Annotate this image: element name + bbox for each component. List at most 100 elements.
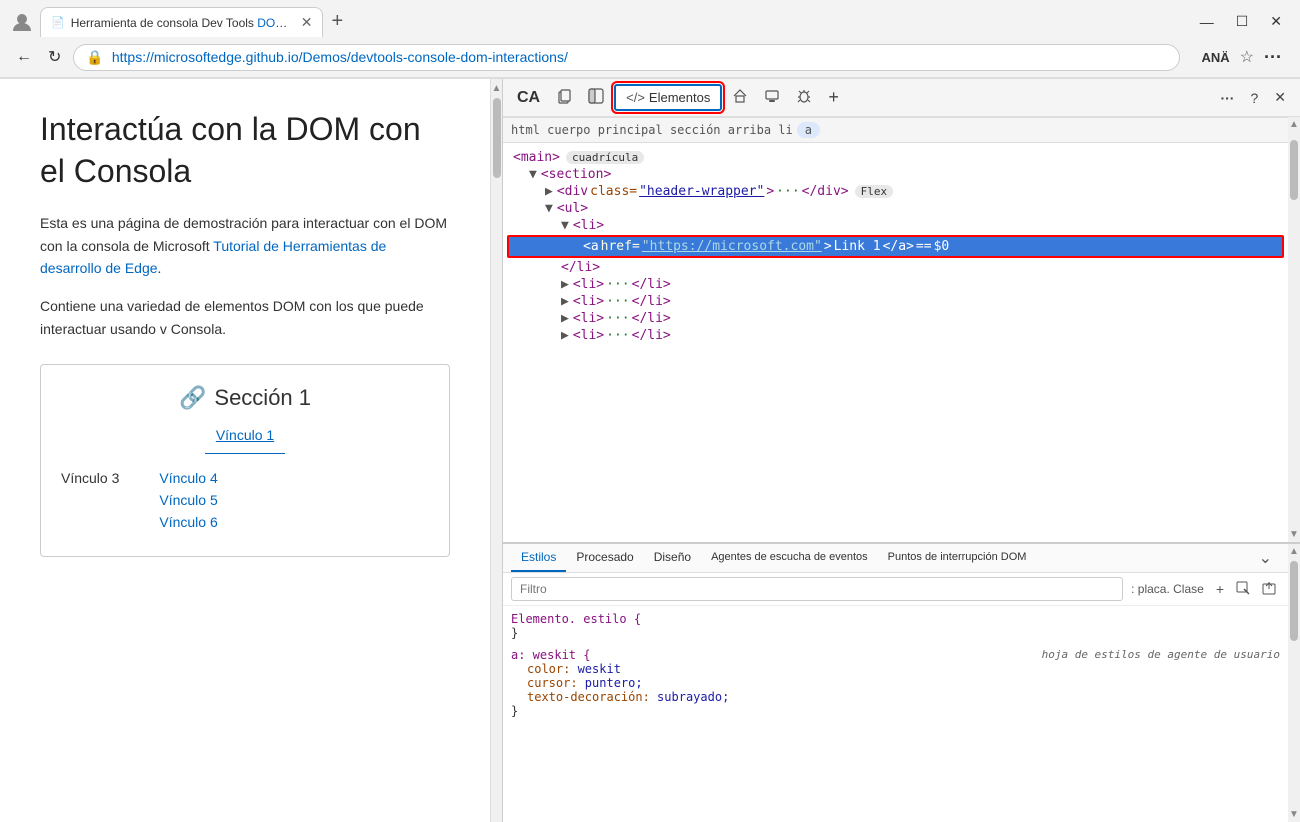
dom-breadcrumb: html cuerpo principal sección arriba li …	[503, 117, 1288, 143]
styles-tab-more[interactable]: ⌄	[1251, 544, 1280, 572]
tab-bar: 📄 Herramienta de consola Dev Tools DOM i…	[40, 6, 1186, 37]
breadcrumb-current[interactable]: a	[797, 122, 820, 138]
link4[interactable]: Vínculo 4	[159, 470, 217, 486]
add-tool-button[interactable]: +	[822, 83, 845, 112]
filter-export-button[interactable]	[1258, 579, 1280, 600]
address-text: https://microsoftedge.github.io/Demos/de…	[112, 49, 1167, 65]
devtools-more-button[interactable]: ···	[1214, 86, 1240, 110]
profile-icon	[8, 8, 36, 36]
bottom-scroll-thumb[interactable]	[1290, 561, 1298, 641]
scrollbar-thumb[interactable]	[493, 98, 501, 178]
devtools-toolbar: CA </> Elementos + ··· ?	[503, 79, 1300, 117]
filter-input[interactable]	[511, 577, 1123, 601]
page-heading: Interactúa con la DOM con el Consola	[40, 109, 450, 192]
css-rule-element: Elemento. estilo { }	[511, 612, 1280, 640]
filter-actions: +	[1212, 579, 1280, 600]
back-button[interactable]: ←	[12, 44, 36, 70]
css-prop-text-decoration: texto-decoración: subrayado;	[511, 690, 729, 704]
minimize-button[interactable]: —	[1190, 9, 1224, 34]
dom-scroll-thumb[interactable]	[1290, 140, 1298, 200]
dom-tree: <main> cuadrícula ▼ <section> ▶	[503, 143, 1288, 542]
dom-line-close-li[interactable]: </li>	[503, 259, 1288, 276]
scrollbar-up-arrow[interactable]: ▲	[492, 83, 502, 94]
dom-line-section[interactable]: ▼ <section>	[503, 166, 1288, 183]
bottom-scrollbar[interactable]: ▲ ▼	[1288, 544, 1300, 822]
tab-estilos[interactable]: Estilos	[511, 544, 566, 572]
devtools-top: html cuerpo principal sección arriba li …	[503, 117, 1300, 542]
window-close-button[interactable]: ✕	[1260, 9, 1292, 34]
ana-button[interactable]: ANÄ	[1196, 46, 1236, 69]
bottom-scroll-up[interactable]: ▲	[1289, 546, 1299, 557]
page-desc2: Contiene una variedad de elementos DOM c…	[40, 295, 450, 340]
maximize-button[interactable]: ☐	[1226, 9, 1259, 34]
home-icon-button[interactable]	[726, 84, 754, 111]
css-source: hoja de estilos de agente de usuario	[1042, 648, 1280, 661]
elements-tab-icon: </>	[626, 90, 645, 105]
main-area: Interactúa con la DOM con el Consola Est…	[0, 79, 1300, 822]
section-separator	[205, 453, 285, 454]
tab-close-button[interactable]: ✕	[301, 14, 313, 31]
breadcrumb-text: html cuerpo principal sección arriba li	[511, 123, 793, 137]
window-controls: — ☐ ✕	[1190, 9, 1292, 34]
dom-line-ul[interactable]: ▼ <ul>	[503, 200, 1288, 217]
devtools-bottom-inner: Estilos Procesado Diseño Agentes de escu…	[503, 544, 1300, 822]
devtools-main: html cuerpo principal sección arriba li …	[503, 117, 1300, 822]
section-box: 🔗 Sección 1 Vínculo 1 Vínculo 3 Vínculo …	[40, 364, 450, 557]
dom-scroll-up[interactable]: ▲	[1289, 119, 1299, 130]
dom-scroll-down[interactable]: ▼	[1289, 529, 1299, 540]
dom-line-li-3[interactable]: ▶ <li> ··· </li>	[503, 293, 1288, 310]
elements-tab[interactable]: </> Elementos	[614, 84, 722, 111]
tab-procesado[interactable]: Procesado	[566, 544, 643, 572]
active-tab[interactable]: 📄 Herramienta de consola Dev Tools DOM i…	[40, 7, 323, 37]
copy-icon-button[interactable]	[550, 84, 578, 111]
dom-scrollbar[interactable]: ▲ ▼	[1288, 117, 1300, 542]
dom-line-li-4[interactable]: ▶ <li> ··· </li>	[503, 310, 1288, 327]
tutorial-link[interactable]: Tutorial de Herramientas de desarrollo d…	[40, 238, 386, 276]
dom-line-main[interactable]: <main> cuadrícula	[503, 149, 1288, 166]
styles-main: Estilos Procesado Diseño Agentes de escu…	[503, 544, 1288, 822]
tab-diseno[interactable]: Diseño	[644, 544, 701, 572]
favorites-button[interactable]: ☆	[1240, 47, 1254, 67]
dom-line-li-2[interactable]: ▶ <li> ··· </li>	[503, 276, 1288, 293]
device-icon-button[interactable]	[758, 84, 786, 111]
link1[interactable]: Vínculo 1	[216, 427, 274, 443]
dom-line-div[interactable]: ▶ <div class= "header-wrapper" > ··· </d…	[503, 183, 1288, 200]
tab-agentes[interactable]: Agentes de escucha de eventos	[701, 545, 878, 571]
devtools-panel: CA </> Elementos + ··· ?	[502, 79, 1300, 822]
link3-label: Vínculo 3	[61, 470, 119, 486]
ca-label: CA	[511, 85, 546, 111]
dom-line-a-selected[interactable]: <a href= "https://microsoft.com" > Link …	[507, 235, 1284, 258]
browser-more-button[interactable]: ···	[1258, 45, 1288, 70]
filter-row: : placa. Clase +	[503, 573, 1288, 606]
devtools-help-button[interactable]: ?	[1244, 86, 1264, 110]
dom-panel: html cuerpo principal sección arriba li …	[503, 117, 1288, 542]
page-desc1: Esta es una página de demostración para …	[40, 212, 450, 279]
css-selector-a: a: weskit {	[511, 648, 590, 662]
tab-page-icon: 📄	[51, 16, 65, 29]
browser-actions: ANÄ ☆ ···	[1196, 45, 1289, 70]
address-box[interactable]: 🔒 https://microsoftedge.github.io/Demos/…	[73, 44, 1179, 71]
dom-line-li-5[interactable]: ▶ <li> ··· </li>	[503, 327, 1288, 344]
title-bar: 📄 Herramienta de consola Dev Tools DOM i…	[0, 0, 1300, 37]
filter-add-button[interactable]: +	[1212, 579, 1228, 600]
bug-icon-button[interactable]	[790, 84, 818, 111]
lock-icon: 🔒	[86, 49, 103, 66]
devtools-bottom: Estilos Procesado Diseño Agentes de escu…	[503, 542, 1300, 822]
css-prop-cursor: cursor: puntero;	[511, 676, 643, 690]
panel-toggle-button[interactable]	[582, 84, 610, 111]
css-rule-a: a: weskit { hoja de estilos de agente de…	[511, 648, 1280, 718]
filter-inspect-button[interactable]	[1232, 579, 1254, 600]
refresh-button[interactable]: ↻	[44, 43, 65, 71]
link5[interactable]: Vínculo 5	[159, 492, 217, 508]
browser-chrome: 📄 Herramienta de consola Dev Tools DOM i…	[0, 0, 1300, 79]
link6[interactable]: Vínculo 6	[159, 514, 217, 530]
css-selector-element: Elemento. estilo {	[511, 612, 641, 626]
address-bar: ← ↻ 🔒 https://microsoftedge.github.io/De…	[0, 37, 1300, 78]
page-scrollbar[interactable]: ▲	[490, 79, 502, 822]
bottom-scroll-down[interactable]: ▼	[1289, 809, 1299, 820]
devtools-close-button[interactable]: ✕	[1268, 85, 1292, 110]
page-content: Interactúa con la DOM con el Consola Est…	[0, 79, 490, 822]
new-tab-button[interactable]: +	[323, 6, 351, 37]
tab-puntos[interactable]: Puntos de interrupción DOM	[878, 545, 1037, 571]
dom-line-li[interactable]: ▼ <li>	[503, 217, 1288, 234]
